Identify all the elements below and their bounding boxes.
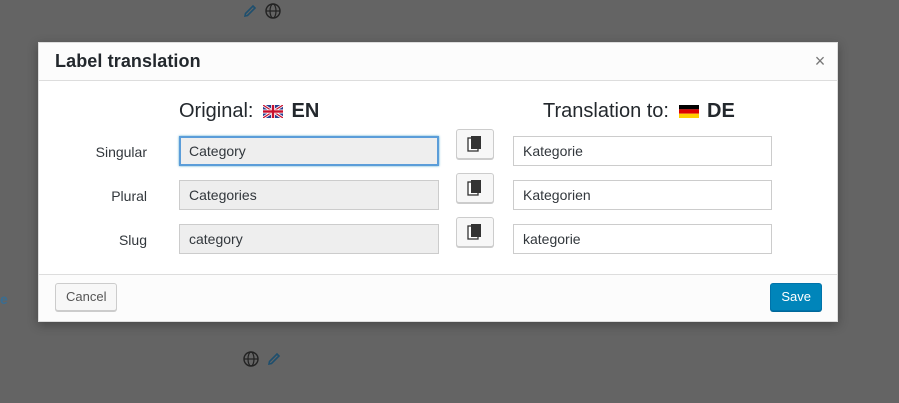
singular-translation-field[interactable]: Kategorie [513, 136, 772, 166]
modal-title: Label translation [55, 51, 201, 71]
translation-column-heading: Translation to: DE [543, 100, 735, 123]
translation-label: Translation to: [543, 100, 669, 122]
copy-icon [467, 180, 481, 196]
copy-singular-button[interactable] [456, 129, 494, 159]
plural-original-field[interactable]: Categories [179, 180, 439, 210]
copy-plural-button[interactable] [456, 173, 494, 203]
modal-footer: Cancel Save [39, 274, 837, 321]
plural-label: Plural [111, 188, 147, 204]
copy-slug-button[interactable] [456, 217, 494, 247]
original-column-heading: Original: EN [179, 100, 319, 123]
copy-icon [467, 136, 481, 152]
slug-original-field[interactable]: category [179, 224, 439, 254]
background-icons-top [242, 2, 282, 20]
singular-original-field[interactable]: Category [179, 136, 439, 166]
singular-label: Singular [95, 144, 147, 160]
background-icons-bottom [242, 350, 282, 368]
globe-icon [243, 351, 259, 367]
background-partial-text: e [0, 291, 8, 307]
modal-header: Label translation × [39, 43, 837, 81]
slug-label: Slug [118, 232, 147, 248]
plural-translation-field[interactable]: Kategorien [513, 180, 772, 210]
label-translation-modal: Label translation × Original: EN Transla… [38, 42, 838, 322]
slug-translation-field[interactable]: kategorie [513, 224, 772, 254]
translation-lang-code: DE [707, 100, 735, 122]
copy-icon [467, 224, 481, 240]
globe-icon [265, 3, 281, 19]
modal-body: Original: EN Translation to: DE Singular… [39, 81, 837, 277]
german-flag-icon [679, 105, 699, 118]
cancel-button[interactable]: Cancel [55, 283, 118, 311]
original-label: Original: [179, 100, 254, 122]
pencil-icon [243, 4, 257, 18]
original-lang-code: EN [291, 100, 320, 122]
save-button[interactable]: Save [770, 283, 822, 311]
uk-flag-icon [263, 105, 284, 118]
close-icon[interactable]: × [811, 52, 829, 70]
pencil-icon [267, 352, 281, 366]
